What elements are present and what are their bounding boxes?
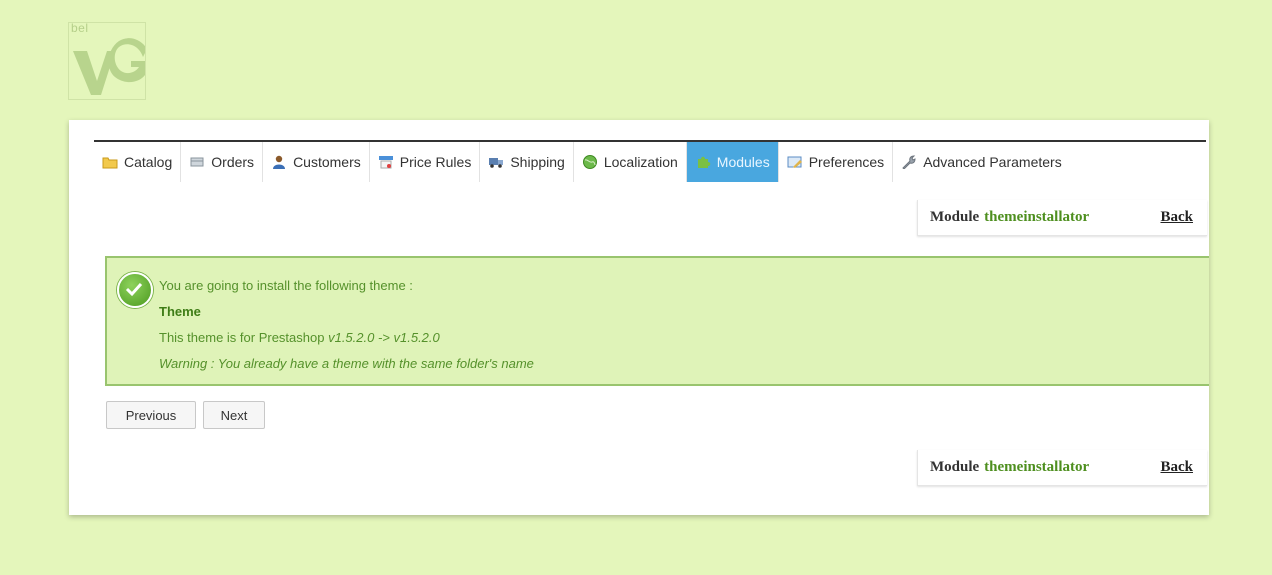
- puzzle-icon: [695, 155, 711, 169]
- version-range: v1.5.2.0 -> v1.5.2.0: [328, 330, 440, 345]
- notice-line: You are going to install the following t…: [159, 278, 413, 293]
- module-name: themeinstallator: [984, 459, 1090, 475]
- folder-icon: [102, 155, 118, 169]
- logo: bel: [68, 22, 146, 100]
- tab-label: Modules: [716, 154, 770, 170]
- tab-label: Orders: [211, 154, 255, 170]
- preferences-icon: [787, 155, 803, 169]
- confirmation-notice: You are going to install the following t…: [105, 256, 1209, 386]
- user-icon: [271, 155, 287, 169]
- module-prefix: Module: [930, 209, 980, 225]
- back-link[interactable]: Back: [1160, 209, 1193, 226]
- tab-shipping[interactable]: Shipping: [480, 142, 574, 182]
- admin-panel: Catalog Orders Customers Price Rules Shi…: [69, 120, 1209, 515]
- theme-name: Theme: [159, 304, 201, 319]
- check-icon: [117, 272, 153, 308]
- tab-advanced-parameters[interactable]: Advanced Parameters: [893, 142, 1070, 182]
- tab-label: Customers: [293, 154, 361, 170]
- version-line: This theme is for Prestashop v1.5.2.0 ->…: [159, 330, 440, 345]
- tab-label: Preferences: [808, 154, 885, 170]
- tab-catalog[interactable]: Catalog: [94, 142, 182, 182]
- version-prefix: This theme is for Prestashop: [159, 330, 325, 345]
- price-tag-icon: [378, 155, 394, 169]
- truck-icon: [488, 155, 504, 169]
- module-name: themeinstallator: [984, 209, 1090, 225]
- cart-icon: [189, 155, 205, 169]
- tab-label: Localization: [603, 154, 678, 170]
- tab-label: Advanced Parameters: [923, 154, 1062, 170]
- tab-preferences[interactable]: Preferences: [779, 142, 894, 182]
- tab-price-rules[interactable]: Price Rules: [370, 142, 481, 182]
- main-nav-tabs: Catalog Orders Customers Price Rules Shi…: [94, 140, 1206, 184]
- logo-mark-icon: [73, 38, 145, 95]
- module-header-bottom: Module themeinstallator Back: [917, 450, 1207, 486]
- wrench-icon: [901, 155, 917, 170]
- tab-modules[interactable]: Modules: [686, 142, 779, 182]
- tab-localization[interactable]: Localization: [574, 142, 687, 182]
- back-link[interactable]: Back: [1160, 459, 1193, 476]
- previous-button[interactable]: Previous: [106, 401, 196, 429]
- globe-icon: [582, 155, 598, 169]
- tab-label: Price Rules: [399, 154, 472, 170]
- module-header-top: Module themeinstallator Back: [917, 200, 1207, 236]
- tab-customers[interactable]: Customers: [263, 142, 370, 182]
- next-button[interactable]: Next: [203, 401, 265, 429]
- warning-line: Warning : You already have a theme with …: [159, 356, 534, 371]
- tab-label: Catalog: [124, 154, 173, 170]
- tab-label: Shipping: [510, 154, 565, 170]
- module-prefix: Module: [930, 459, 980, 475]
- tab-orders[interactable]: Orders: [181, 142, 264, 182]
